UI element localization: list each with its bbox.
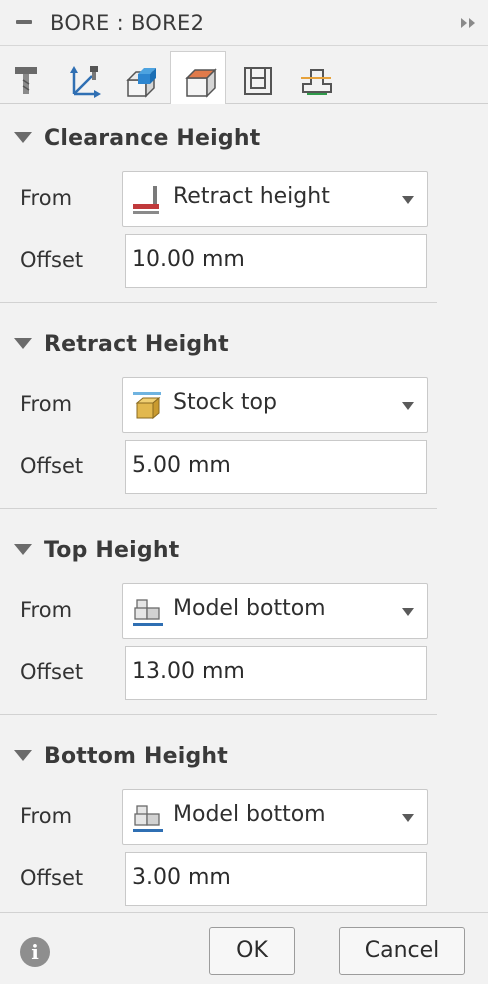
retract-height-icon <box>133 186 159 214</box>
collapse-triangle-icon[interactable] <box>14 132 32 143</box>
section-title: Clearance Height <box>44 126 261 151</box>
clearance-offset-input[interactable]: 10.00 mm <box>125 234 427 288</box>
collapse-triangle-icon[interactable] <box>14 338 32 349</box>
tab-heights[interactable] <box>170 51 226 104</box>
from-value: Stock top <box>173 390 277 415</box>
section-divider <box>0 508 437 509</box>
model-bottom-icon <box>133 805 163 832</box>
tab-tool[interactable] <box>0 52 56 104</box>
bottom-from-dropdown[interactable]: Model bottom <box>122 789 428 845</box>
passes-icon <box>244 67 272 95</box>
section-header-retract[interactable]: Retract Height <box>0 326 488 362</box>
offset-label: Offset <box>20 248 84 272</box>
expand-panel-icon[interactable] <box>460 14 478 32</box>
chevron-down-icon <box>402 814 414 822</box>
collapse-icon[interactable] <box>16 20 32 24</box>
offset-value: 13.00 mm <box>132 659 245 684</box>
offset-value: 10.00 mm <box>132 247 245 272</box>
from-value: Model bottom <box>173 596 326 621</box>
section-divider <box>0 714 437 715</box>
tool-icon <box>15 67 37 94</box>
geometry-axes-icon <box>70 66 101 98</box>
from-label: From <box>20 186 73 210</box>
retract-height-section: Retract Height From Stock top Offset 5.0… <box>0 326 488 510</box>
info-icon[interactable]: i <box>20 937 50 967</box>
offset-label: Offset <box>20 660 84 684</box>
ok-button[interactable]: OK <box>209 927 295 975</box>
section-header-clearance[interactable]: Clearance Height <box>0 120 488 156</box>
offset-value: 5.00 mm <box>132 453 231 478</box>
collapse-triangle-icon[interactable] <box>14 544 32 555</box>
title-bar: BORE : BORE2 <box>0 0 488 46</box>
section-title: Retract Height <box>44 332 229 357</box>
section-divider <box>0 302 437 303</box>
tab-bar <box>0 46 488 104</box>
model-bottom-icon <box>133 599 163 626</box>
linking-icon <box>301 69 332 95</box>
dialog-title: BORE : BORE2 <box>50 11 205 35</box>
from-value: Retract height <box>173 184 330 209</box>
section-header-bottom[interactable]: Bottom Height <box>0 738 488 774</box>
dialog-footer: i OK Cancel <box>0 912 488 984</box>
retract-from-dropdown[interactable]: Stock top <box>122 377 428 433</box>
chevron-down-icon <box>402 196 414 204</box>
section-title: Top Height <box>44 538 180 563</box>
tab-linking[interactable] <box>287 52 343 104</box>
offset-value: 3.00 mm <box>132 865 231 890</box>
tab-passes[interactable] <box>229 52 285 104</box>
bottom-height-section: Bottom Height From Model bottom Offset 3… <box>0 738 488 912</box>
tab-stock[interactable] <box>112 52 168 104</box>
stock-top-icon <box>133 392 161 420</box>
heights-icon <box>185 68 217 98</box>
bottom-offset-input[interactable]: 3.00 mm <box>125 852 427 906</box>
section-title: Bottom Height <box>44 744 229 769</box>
from-value: Model bottom <box>173 802 326 827</box>
offset-label: Offset <box>20 454 84 478</box>
section-header-top[interactable]: Top Height <box>0 532 488 568</box>
chevron-down-icon <box>402 402 414 410</box>
clearance-from-dropdown[interactable]: Retract height <box>122 171 428 227</box>
from-label: From <box>20 392 73 416</box>
top-from-dropdown[interactable]: Model bottom <box>122 583 428 639</box>
cancel-button[interactable]: Cancel <box>339 927 465 975</box>
clearance-height-section: Clearance Height From Retract height Off… <box>0 120 488 304</box>
collapse-triangle-icon[interactable] <box>14 750 32 761</box>
top-height-section: Top Height From Model bottom Offset 13.0… <box>0 532 488 716</box>
tab-geometry[interactable] <box>56 52 112 104</box>
from-label: From <box>20 804 73 828</box>
top-offset-input[interactable]: 13.00 mm <box>125 646 427 700</box>
from-label: From <box>20 598 73 622</box>
chevron-down-icon <box>402 608 414 616</box>
retract-offset-input[interactable]: 5.00 mm <box>125 440 427 494</box>
offset-label: Offset <box>20 866 84 890</box>
stock-box-icon <box>126 68 156 98</box>
